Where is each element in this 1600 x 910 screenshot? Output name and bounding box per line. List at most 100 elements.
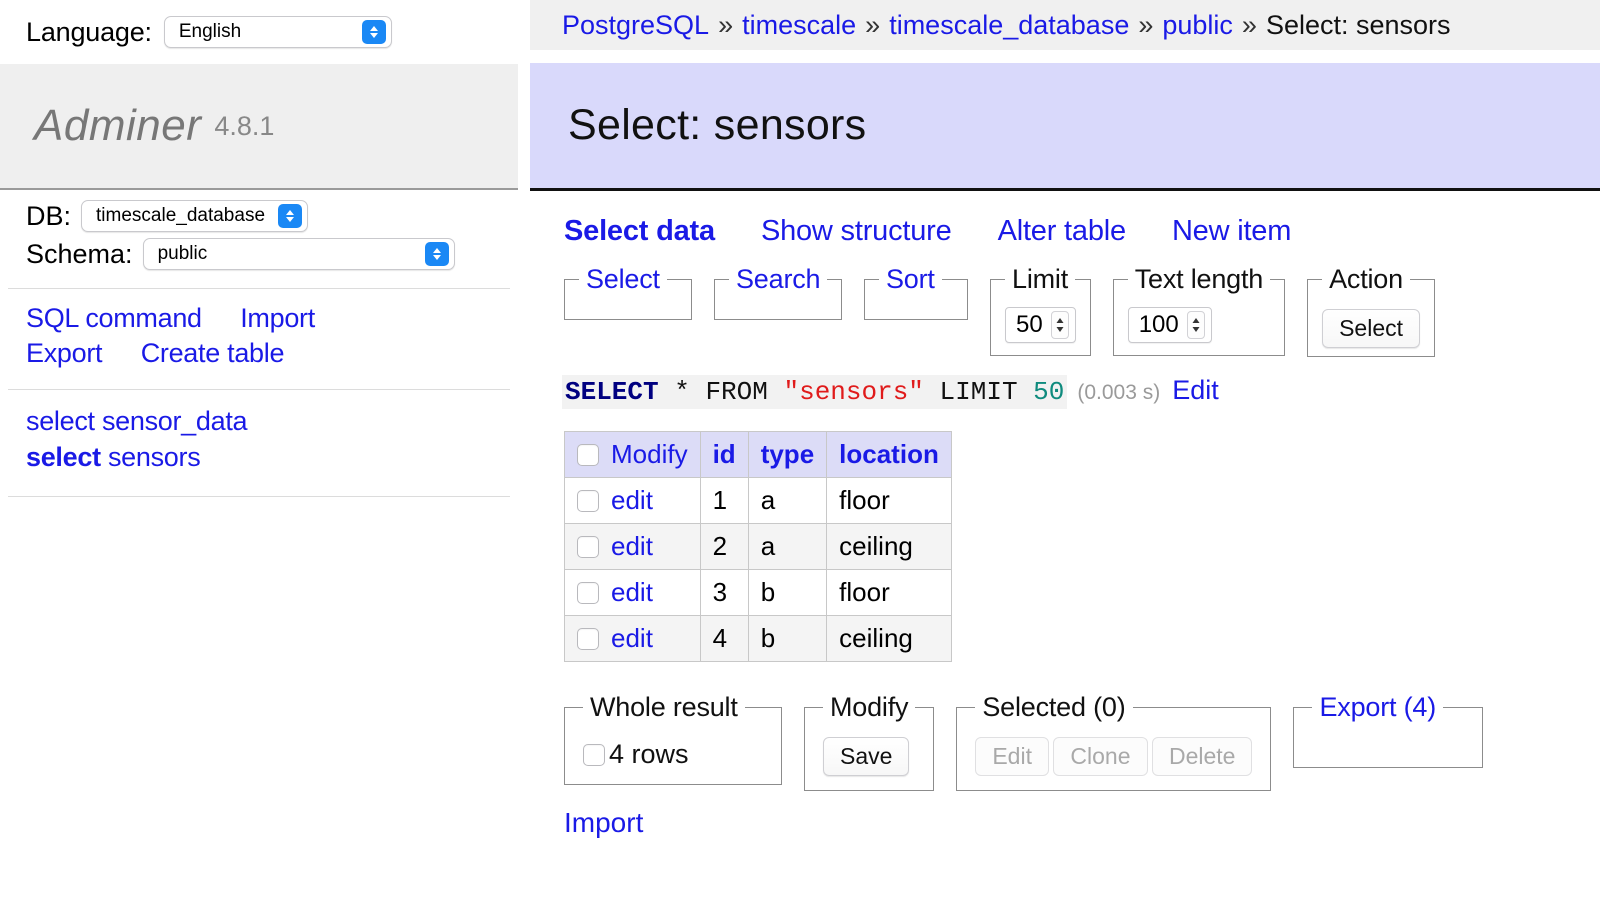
import-link-row: Import [530, 807, 1600, 839]
breadcrumb-separator: » [1241, 9, 1257, 40]
list-item: select sensors [26, 442, 492, 473]
sidebar-item-import[interactable]: Import [240, 303, 315, 333]
language-label: Language: [26, 16, 152, 47]
delete-selected-button: Delete [1151, 737, 1253, 776]
column-header-type[interactable]: type [747, 431, 828, 478]
cell-id: 4 [699, 615, 749, 662]
cell-id: 3 [699, 569, 749, 616]
table-row: edit 2 a ceiling [564, 523, 952, 570]
list-item: select sensor_data [26, 406, 492, 437]
schema-row: Schema: public [0, 238, 518, 270]
action-fieldset: Action Select [1307, 264, 1436, 357]
breadcrumb-item-public[interactable]: public [1162, 10, 1233, 41]
table-row: edit 3 b floor [564, 569, 952, 616]
limit-stepper[interactable] [1050, 311, 1069, 339]
whole-result-legend: Whole result [590, 692, 738, 722]
text-length-input[interactable]: 100 [1127, 307, 1212, 343]
sidebar-item-export[interactable]: Export [26, 338, 103, 368]
row-count-label: 4 rows [609, 739, 689, 769]
sql-keyword-select: SELECT [565, 377, 659, 407]
whole-result-row-count[interactable]: 4 rows [583, 739, 763, 770]
table-row: edit 4 b ceiling [564, 615, 952, 662]
column-header-id[interactable]: id [699, 431, 749, 478]
cell-type: a [747, 523, 828, 570]
result-table-head: Modify id type location [564, 431, 952, 478]
breadcrumb-item-timescale[interactable]: timescale [742, 10, 856, 41]
breadcrumb-item-postgresql[interactable]: PostgreSQL [562, 10, 709, 41]
query-toolbar: Select Search Sort Limit 50 Text length [530, 264, 1600, 357]
sort-fieldset-legend: Sort [879, 264, 942, 295]
sort-fieldset: Sort [864, 264, 968, 320]
export-toggle-link[interactable]: Export (4) [1319, 692, 1436, 722]
row-modify-cell: edit [564, 615, 701, 662]
schema-select[interactable]: public [142, 238, 455, 270]
sidebar-select-sensor_data[interactable]: select sensor_data [26, 406, 248, 436]
breadcrumb-separator: » [1138, 9, 1154, 40]
select-prefix: select [26, 442, 101, 472]
sql-table-name: "sensors" [783, 377, 924, 407]
cell-id: 1 [699, 477, 749, 524]
sql-keyword-limit: LIMIT [939, 377, 1018, 407]
text-length-stepper[interactable] [1186, 311, 1205, 339]
row-edit-link[interactable]: edit [611, 531, 653, 561]
search-toggle-link[interactable]: Search [736, 264, 821, 294]
breadcrumb-item-timescale_database[interactable]: timescale_database [889, 10, 1129, 41]
selected-fieldset: Selected (0) Edit Clone Delete [956, 692, 1272, 791]
select-all-checkbox[interactable] [577, 444, 599, 466]
cell-location: floor [826, 477, 952, 524]
language-select[interactable]: English [163, 16, 392, 48]
search-fieldset: Search [714, 264, 842, 320]
sidebar-item-create-table[interactable]: Create table [141, 338, 285, 368]
sidebar-divider-3 [8, 496, 510, 497]
select-toggle-link[interactable]: Select [586, 264, 660, 294]
edit-selected-button: Edit [975, 737, 1049, 776]
sql-limit-value: 50 [1033, 377, 1065, 407]
tab-bar: Select data Show structure Alter table N… [530, 191, 1600, 248]
whole-result-checkbox[interactable] [583, 743, 605, 766]
limit-input-value: 50 [1016, 311, 1043, 338]
db-row: DB: timescale_database [0, 200, 518, 232]
export-fieldset-legend: Export (4) [1312, 692, 1443, 723]
row-edit-link[interactable]: edit [611, 485, 653, 515]
chevron-updown-icon [361, 20, 386, 44]
row-checkbox[interactable] [577, 628, 599, 650]
tab-show-structure[interactable]: Show structure [761, 215, 952, 248]
sidebar-select-sensors[interactable]: select sensors [26, 442, 201, 472]
sql-keyword-from: FROM [705, 377, 768, 407]
tab-new-item[interactable]: New item [1172, 215, 1291, 248]
main-content: PostgreSQL » timescale » timescale_datab… [530, 0, 1600, 910]
import-link[interactable]: Import [564, 807, 643, 838]
tab-select-data[interactable]: Select data [564, 215, 715, 248]
export-fieldset-body [1312, 727, 1464, 753]
row-checkbox[interactable] [577, 582, 599, 604]
row-checkbox[interactable] [577, 490, 599, 512]
select-submit-button[interactable]: Select [1322, 309, 1421, 348]
sidebar-item-sql-command[interactable]: SQL command [26, 303, 202, 333]
column-header-modify-label: Modify [611, 439, 688, 469]
page-title-banner: Select: sensors [530, 63, 1600, 191]
modify-fieldset: Modify Save [804, 692, 935, 791]
cell-location: floor [826, 569, 952, 616]
sidebar-actions-row-2: Export Create table [26, 338, 492, 369]
row-checkbox[interactable] [577, 536, 599, 558]
sort-toggle-link[interactable]: Sort [886, 264, 935, 294]
row-edit-link[interactable]: edit [611, 623, 653, 653]
schema-select-value: public [157, 243, 208, 264]
result-table-body: edit 1 a floor edit 2 a ceiling edit 3 b… [564, 477, 952, 662]
limit-input[interactable]: 50 [1005, 307, 1076, 343]
row-edit-link[interactable]: edit [611, 577, 653, 607]
table-name: sensor_data [101, 406, 248, 436]
sidebar-actions-row-1: SQL command Import [26, 303, 492, 334]
db-label: DB: [26, 200, 72, 231]
tab-alter-table[interactable]: Alter table [998, 215, 1127, 248]
text-length-input-value: 100 [1138, 311, 1179, 338]
sidebar: Language: English Adminer 4.8.1 DB: time… [0, 0, 518, 910]
column-header-location[interactable]: location [826, 431, 952, 478]
edit-query-link[interactable]: Edit [1172, 375, 1219, 406]
query-duration: (0.003 s) [1077, 381, 1161, 404]
save-button[interactable]: Save [823, 737, 910, 776]
sql-query-line: SELECT * FROM "sensors" LIMIT 50 (0.003 … [530, 357, 1600, 409]
db-select[interactable]: timescale_database [81, 200, 309, 232]
table-header-row: Modify id type location [564, 431, 952, 478]
row-modify-cell: edit [564, 477, 701, 524]
